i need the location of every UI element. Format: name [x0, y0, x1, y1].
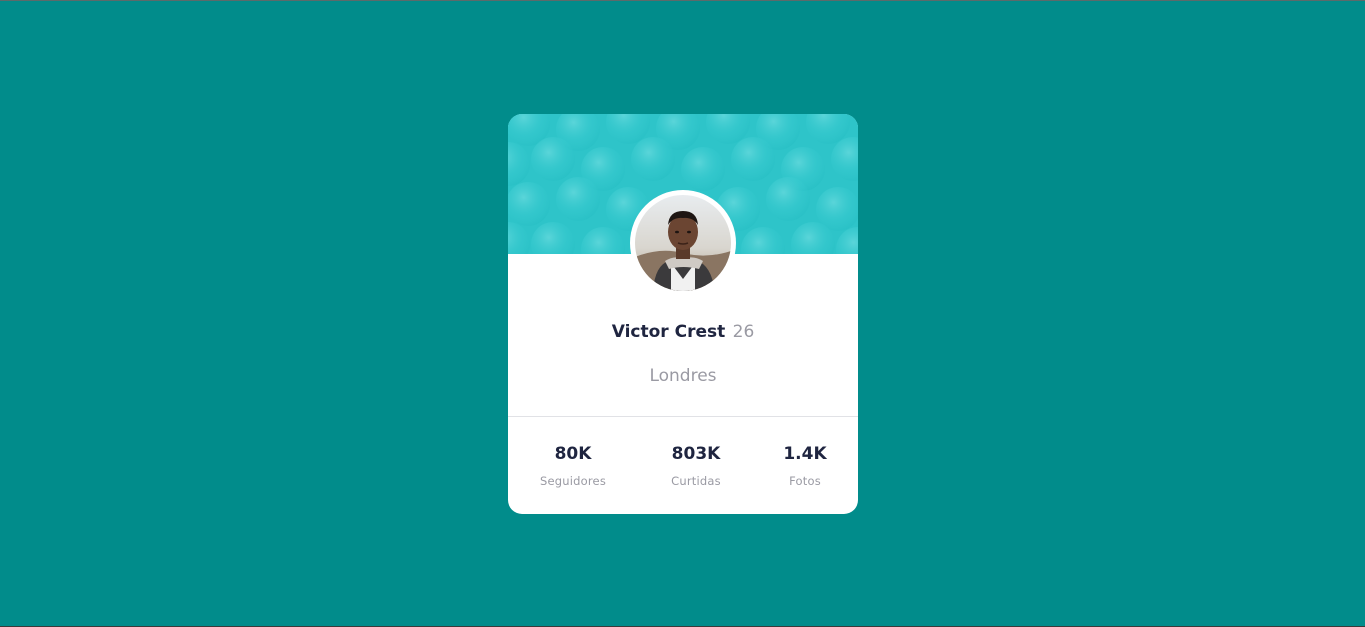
stat-label: Seguidores [539, 474, 607, 488]
profile-name: Victor Crest [611, 322, 726, 342]
profile-photo [635, 195, 731, 291]
stat-likes: 803K Curtidas [656, 442, 736, 489]
divider [508, 416, 858, 417]
stat-value: 80K [554, 444, 592, 464]
profile-card: Victor Crest 26 Londres 80K Seguidores 8… [508, 114, 858, 514]
avatar [630, 190, 736, 296]
profile-location: Londres [649, 366, 717, 386]
stat-label: Curtidas [671, 474, 721, 488]
profile-age: 26 [732, 322, 755, 342]
stat-followers: 80K Seguidores [533, 442, 613, 489]
stat-value: 1.4K [783, 444, 827, 464]
stat-photos: 1.4K Fotos [770, 442, 840, 489]
stat-label: Fotos [789, 474, 821, 488]
profile-name-row: Victor Crest 26 [508, 320, 858, 344]
stat-value: 803K [671, 444, 721, 464]
